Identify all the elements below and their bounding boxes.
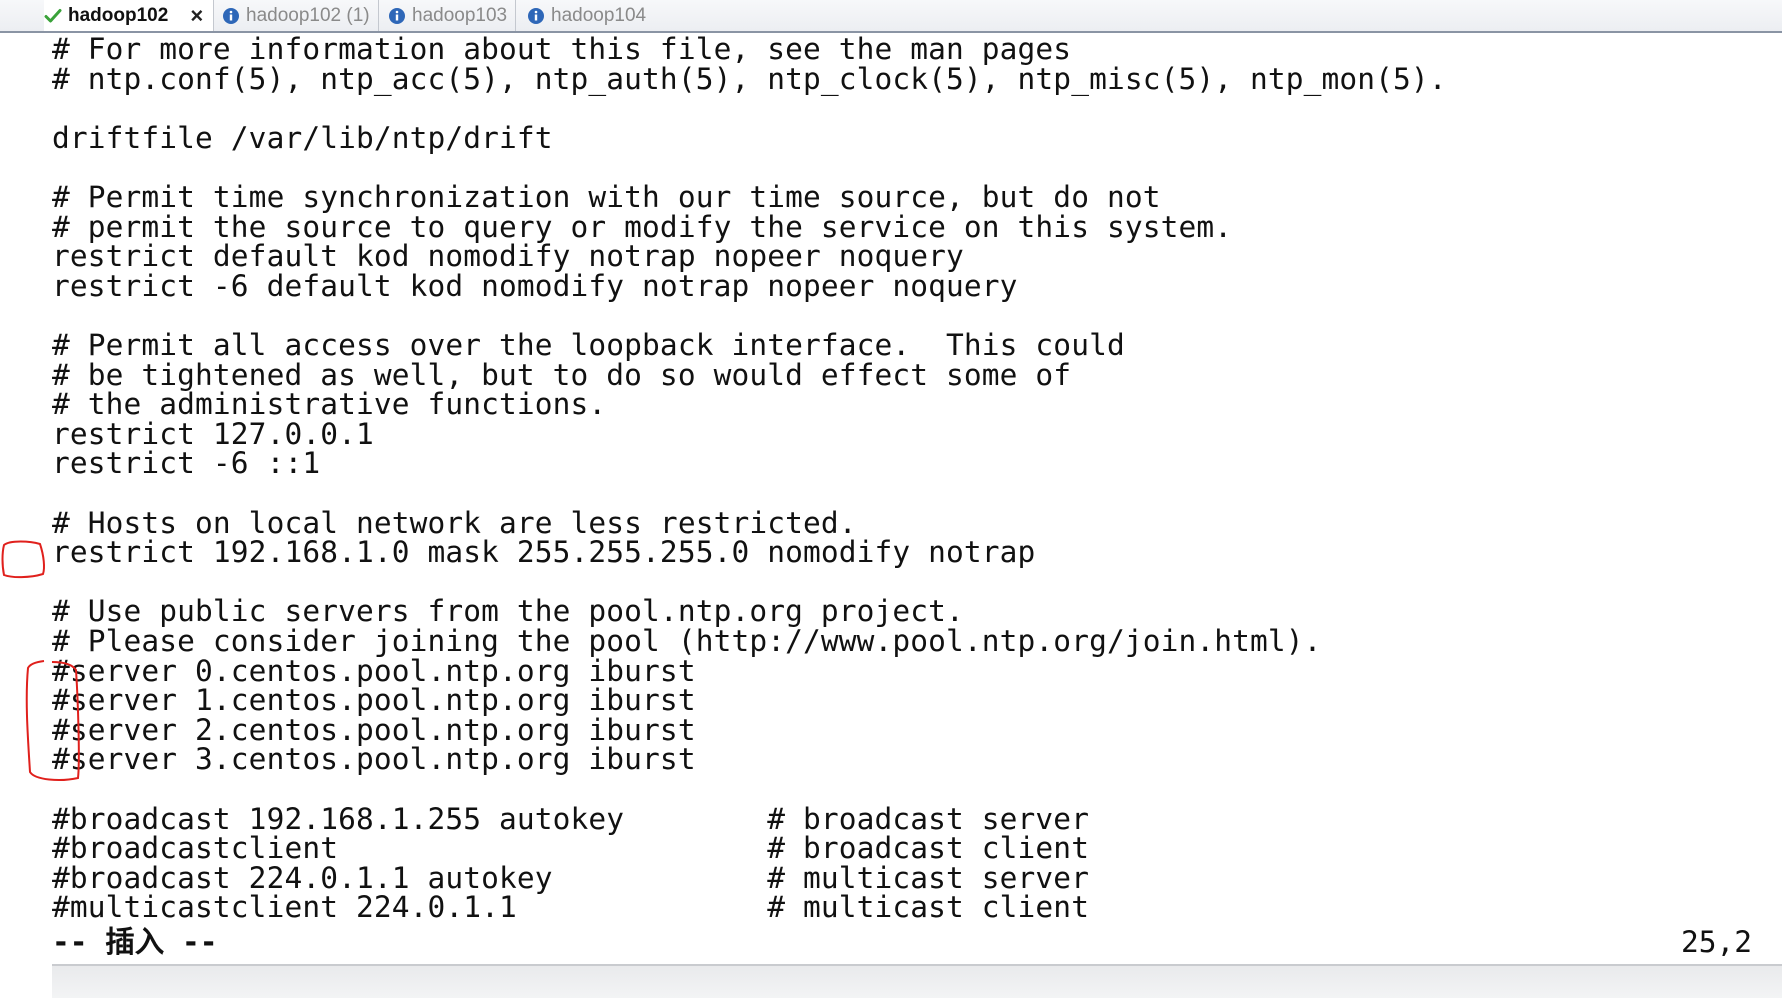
terminal-line: # Permit time synchronization with our t… [52, 180, 1161, 214]
terminal-line: # be tightened as well, but to do so wou… [52, 357, 1072, 392]
terminal-line: #broadcastclient # broadcast client [52, 831, 1090, 866]
info-icon [527, 7, 545, 25]
tab-hadoop103[interactable]: hadoop103 [388, 0, 516, 31]
terminal-line: # permit the source to query or modify t… [52, 209, 1233, 244]
vim-mode-indicator: -- 插入 -- [52, 925, 218, 959]
tab-hadoop102-1[interactable]: hadoop102 (1) [222, 0, 379, 31]
session-tab-bar: hadoop102 × hadoop102 (1) hadoop103 hado… [0, 0, 1782, 33]
tab-hadoop104[interactable]: hadoop104 [527, 0, 657, 31]
terminal-line: # For more information about this file, … [52, 32, 1072, 66]
terminal-line: # the administrative functions. [52, 387, 607, 422]
terminal-editor[interactable]: # For more information about this file, … [0, 32, 1782, 965]
terminal-line: restrict 127.0.0.1 [52, 416, 374, 451]
tab-label: hadoop102 (1) [246, 4, 370, 26]
terminal-line: # Please consider joining the pool (http… [52, 624, 1322, 658]
tab-label: hadoop104 [551, 4, 647, 26]
info-icon [222, 7, 240, 25]
terminal-line: # Use public servers from the pool.ntp.o… [52, 594, 964, 629]
terminal-line: #server 1.centos.pool.ntp.org iburst [52, 683, 696, 718]
info-icon [388, 7, 406, 25]
terminal-line: restrict 192.168.1.0 mask 255.255.255.0 … [52, 535, 1036, 570]
terminal-line: # ntp.conf(5), ntp_acc(5), ntp_auth(5), … [52, 61, 1447, 96]
terminal-line: restrict default kod nomodify notrap nop… [52, 239, 964, 274]
terminal-line: # Permit all access over the loopback in… [52, 328, 1125, 362]
terminal-line: #broadcast 192.168.1.255 autokey # broad… [52, 801, 1090, 836]
cursor-position: 25,2 [1680, 925, 1752, 959]
terminal-line: #server 2.centos.pool.ntp.org iburst [52, 712, 696, 747]
terminal-line: #server 0.centos.pool.ntp.org iburst [52, 653, 696, 688]
terminal-line: restrict -6 default kod nomodify notrap … [52, 268, 1018, 303]
terminal-line: restrict -6 ::1 [52, 446, 321, 481]
terminal-line: # Hosts on local network are less restri… [52, 505, 857, 540]
tab-label: hadoop103 [412, 4, 508, 26]
check-icon [44, 7, 62, 25]
tab-label: hadoop102 [68, 4, 169, 26]
close-tab-icon[interactable]: × [190, 4, 203, 27]
terminal-bottom-bar [52, 964, 1782, 998]
tab-hadoop102[interactable]: hadoop102 × [44, 0, 214, 31]
terminal-line: #broadcast 224.0.1.1 autokey # multicast… [52, 860, 1090, 895]
terminal-line: #multicastclient 224.0.1.1 # multicast c… [52, 890, 1090, 925]
terminal-line: #server 3.centos.pool.ntp.org iburst [52, 742, 696, 777]
terminal-line: driftfile /var/lib/ntp/drift [52, 120, 553, 155]
